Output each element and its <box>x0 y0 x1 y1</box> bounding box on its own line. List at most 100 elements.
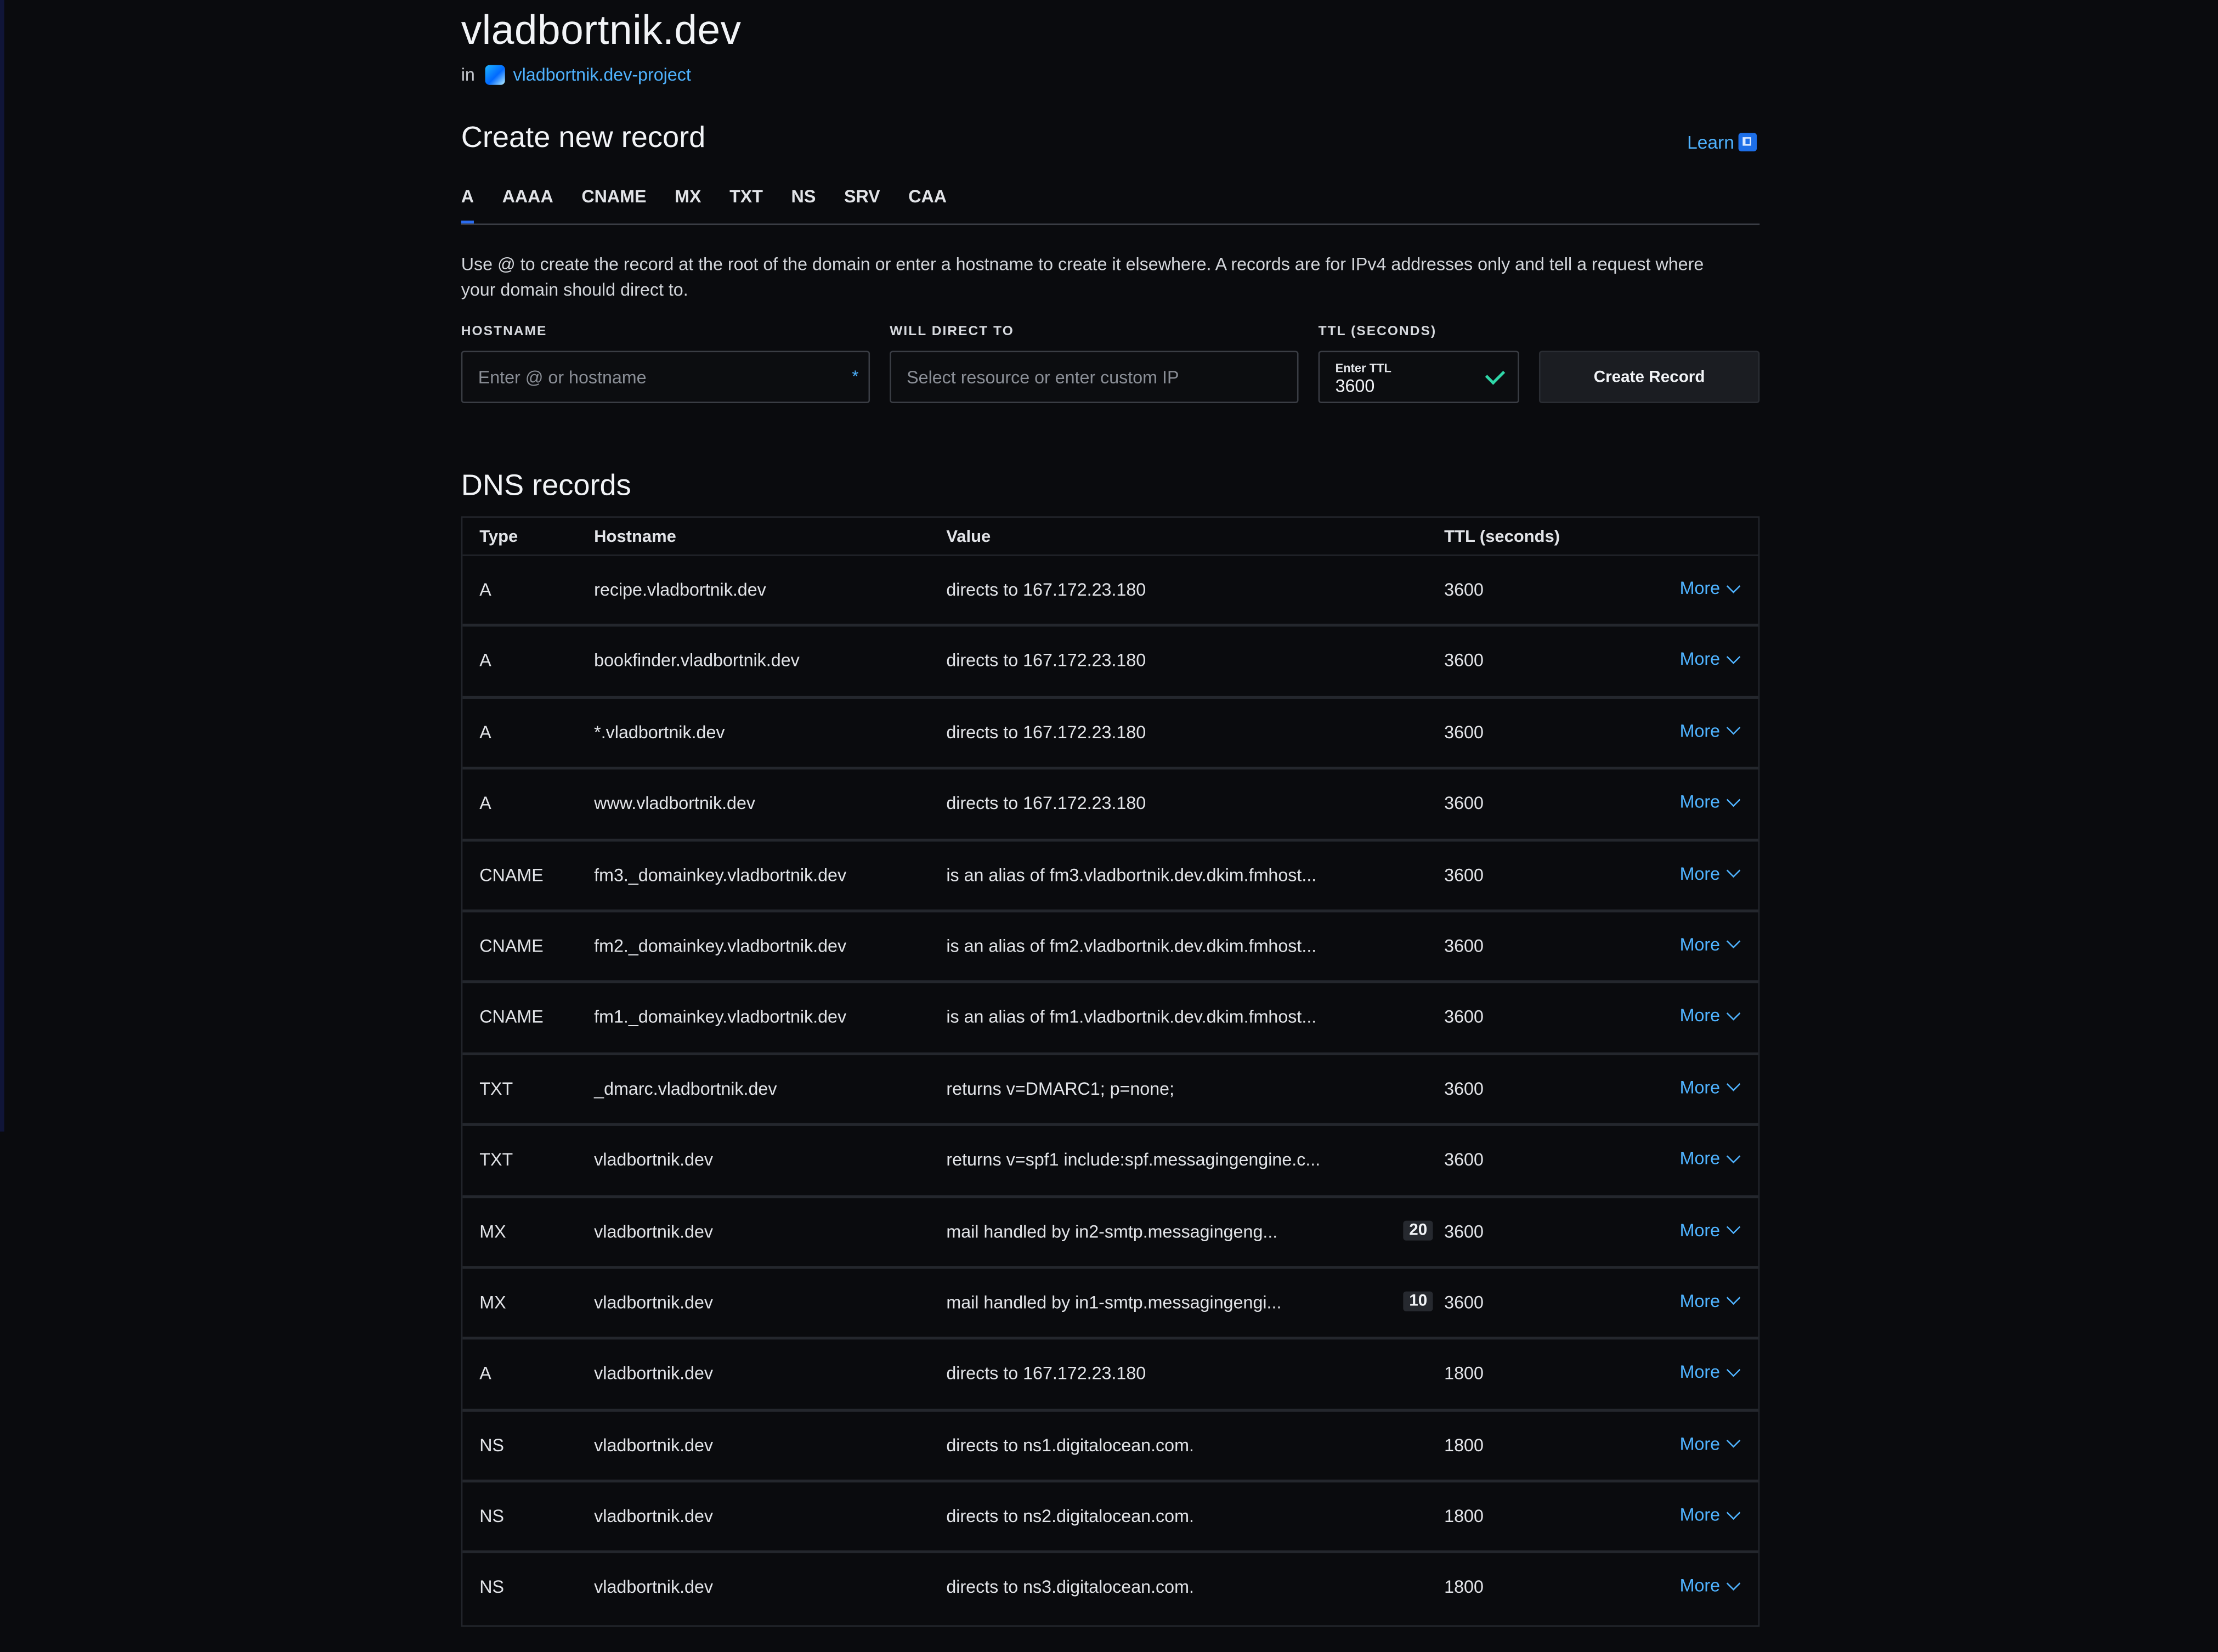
record-ttl-cell: 3600 <box>1444 1292 1484 1313</box>
record-ttl-cell: 3600 <box>1444 1221 1484 1242</box>
tab-a[interactable]: A <box>461 184 474 224</box>
table-row: Abookfinder.vladbortnik.dev directs to 16… <box>462 627 1758 699</box>
tab-mx[interactable]: MX <box>675 184 701 220</box>
table-row: NS vladbortnik.dev directs to ns1.digitalo… <box>462 1411 1758 1483</box>
table-row: Avladbortnik.dev directs to 167.172.23.18… <box>462 1340 1758 1412</box>
record-value-cell: returns v=spf1 include:spf.messagingengi… <box>946 1150 1321 1170</box>
record-value-cell: returns v=DMARC1; p=none; <box>946 1079 1175 1099</box>
more-button[interactable]: More <box>1679 721 1741 741</box>
table-row: A *.vladbortnik.dev directs to 167.172.23.… <box>462 698 1758 770</box>
more-label: More <box>1679 721 1721 741</box>
table-row: MX vladbortnik.dev mail handled by in2-smt… <box>462 1197 1758 1269</box>
tab-aaaa[interactable]: AAAA <box>502 184 553 220</box>
more-button[interactable]: More <box>1680 1220 1741 1240</box>
table-row: CNAME fm3._domainkey.vladbortnik.dev is an… <box>462 841 1758 913</box>
record-value-cell: directs to ns2.digitalocean.com. <box>946 1506 1194 1526</box>
more-label: More <box>1679 1006 1721 1026</box>
table-row: NS vladbortnik.dev directs to ns2.digitalo… <box>462 1483 1758 1554</box>
chevron-down-icon <box>1726 863 1741 878</box>
record-type-cell: TXT <box>479 1079 513 1099</box>
mx-priority-badge: 20 <box>1403 1220 1433 1240</box>
header-type: Type <box>479 526 518 546</box>
more-label: More <box>1679 935 1721 955</box>
project-link[interactable]: vladbortnik.dev-project <box>513 65 691 85</box>
record-value-cell: directs to 167.172.23.180 <box>946 794 1146 814</box>
more-button[interactable]: More <box>1680 1077 1741 1097</box>
record-hostname-cell: _dmarc.vladbortnik.dev <box>594 1079 777 1099</box>
record-value-cell: directs to 167.172.23.180 <box>946 651 1146 671</box>
more-button[interactable]: More <box>1679 1006 1741 1026</box>
more-button[interactable]: More <box>1680 1434 1741 1453</box>
record-ttl-cell: 1800 <box>1444 1506 1484 1526</box>
hostname-label: HOSTNAME <box>461 324 547 340</box>
create-record-button[interactable]: Create Record <box>1538 350 1760 404</box>
tab-txt[interactable]: TXT <box>729 184 763 220</box>
table-row: CNAME fm1._domainkey.vladbortnik.dev is an… <box>462 983 1758 1055</box>
more-button[interactable]: More <box>1680 1576 1741 1596</box>
page: vladbortnik.dev in vladbortnik.dev-proje… <box>0 0 2218 1652</box>
dns-records-title: DNS records <box>461 469 631 502</box>
more-label: More <box>1679 863 1721 884</box>
more-button[interactable]: More <box>1679 935 1741 955</box>
table-row: CNAME fm2._domainkey.vladbortnik.dev is an… <box>462 912 1758 984</box>
record-type-cell: A <box>479 722 491 743</box>
record-type-cell: CNAME <box>479 865 544 885</box>
record-value-cell: is an alias of fm3.vladbortnik.dev.dkim.… <box>946 865 1317 885</box>
record-hostname-cell: fm3._domainkey.vladbortnik.dev <box>594 865 847 885</box>
record-type-cell: NS <box>479 1435 505 1455</box>
more-button[interactable]: More <box>1680 578 1741 598</box>
record-ttl-cell: 3600 <box>1444 651 1484 671</box>
project-in-label: in <box>461 65 475 85</box>
record-ttl-cell: 3600 <box>1444 580 1484 600</box>
chevron-down-icon <box>1726 1077 1741 1092</box>
record-type-cell: MX <box>479 1221 506 1242</box>
more-label: More <box>1679 1149 1721 1169</box>
more-button[interactable]: More <box>1680 1505 1741 1525</box>
hostname-field-wrap: * <box>461 350 870 404</box>
more-button[interactable]: More <box>1679 792 1741 812</box>
table-body: Arecipe.vladbortnik.dev directs to 167.17… <box>462 556 1758 1625</box>
chevron-down-icon <box>1726 578 1741 593</box>
record-ttl-cell: 3600 <box>1444 1079 1484 1099</box>
record-type-cell: MX <box>479 1292 506 1313</box>
tab-ns[interactable]: NS <box>791 184 816 220</box>
record-type-cell: CNAME <box>479 1008 544 1028</box>
tab-cname[interactable]: CNAME <box>581 184 646 220</box>
chevron-down-icon <box>1726 1362 1741 1377</box>
more-button[interactable]: More <box>1679 863 1741 884</box>
chevron-down-icon <box>1726 649 1741 664</box>
chevron-down-icon <box>1726 1505 1741 1519</box>
record-hostname-cell: *.vladbortnik.dev <box>594 722 725 743</box>
more-label: More <box>1679 1291 1721 1311</box>
header-ttl: TTL (seconds) <box>1444 526 1560 546</box>
ttl-input[interactable]: Enter TTL 3600 <box>1318 350 1519 404</box>
record-ttl-cell: 3600 <box>1444 865 1484 885</box>
record-ttl-cell: 3600 <box>1444 722 1484 743</box>
ttl-inner-label: Enter TTL <box>1335 360 1391 375</box>
left-edge-strip <box>0 0 4 1132</box>
ttl-label: TTL (SECONDS) <box>1318 324 1437 340</box>
record-value-cell: is an alias of fm1.vladbortnik.dev.dkim.… <box>946 1008 1317 1028</box>
record-hostname-cell: fm1._domainkey.vladbortnik.dev <box>594 1008 847 1028</box>
will-direct-to-label: WILL DIRECT TO <box>890 324 1014 340</box>
record-type-tabs: A AAAA CNAME MX TXT NS SRV CAA <box>461 184 1760 225</box>
tab-caa[interactable]: CAA <box>908 184 947 220</box>
record-ttl-cell: 3600 <box>1444 1008 1484 1028</box>
hostname-input[interactable] <box>478 352 842 402</box>
record-type-cell: A <box>479 580 491 600</box>
more-label: More <box>1679 792 1721 812</box>
more-button[interactable]: More <box>1679 1362 1741 1383</box>
record-type-cell: A <box>479 794 491 814</box>
header-hostname: Hostname <box>594 526 676 546</box>
more-button[interactable]: More <box>1679 1149 1741 1169</box>
record-ttl-cell: 1800 <box>1444 1577 1484 1598</box>
table-row: Awww.vladbortnik.dev directs to 167.172.2… <box>462 770 1758 841</box>
domain-title: vladbortnik.dev <box>461 8 742 54</box>
more-button[interactable]: More <box>1680 649 1741 670</box>
will-direct-to-input[interactable] <box>907 352 1270 402</box>
more-button[interactable]: More <box>1679 1291 1741 1311</box>
tab-srv[interactable]: SRV <box>844 184 880 220</box>
learn-link[interactable]: Learn <box>1687 132 1757 153</box>
more-label: More <box>1679 1362 1721 1383</box>
record-hostname-cell: vladbortnik.dev <box>594 1364 714 1384</box>
